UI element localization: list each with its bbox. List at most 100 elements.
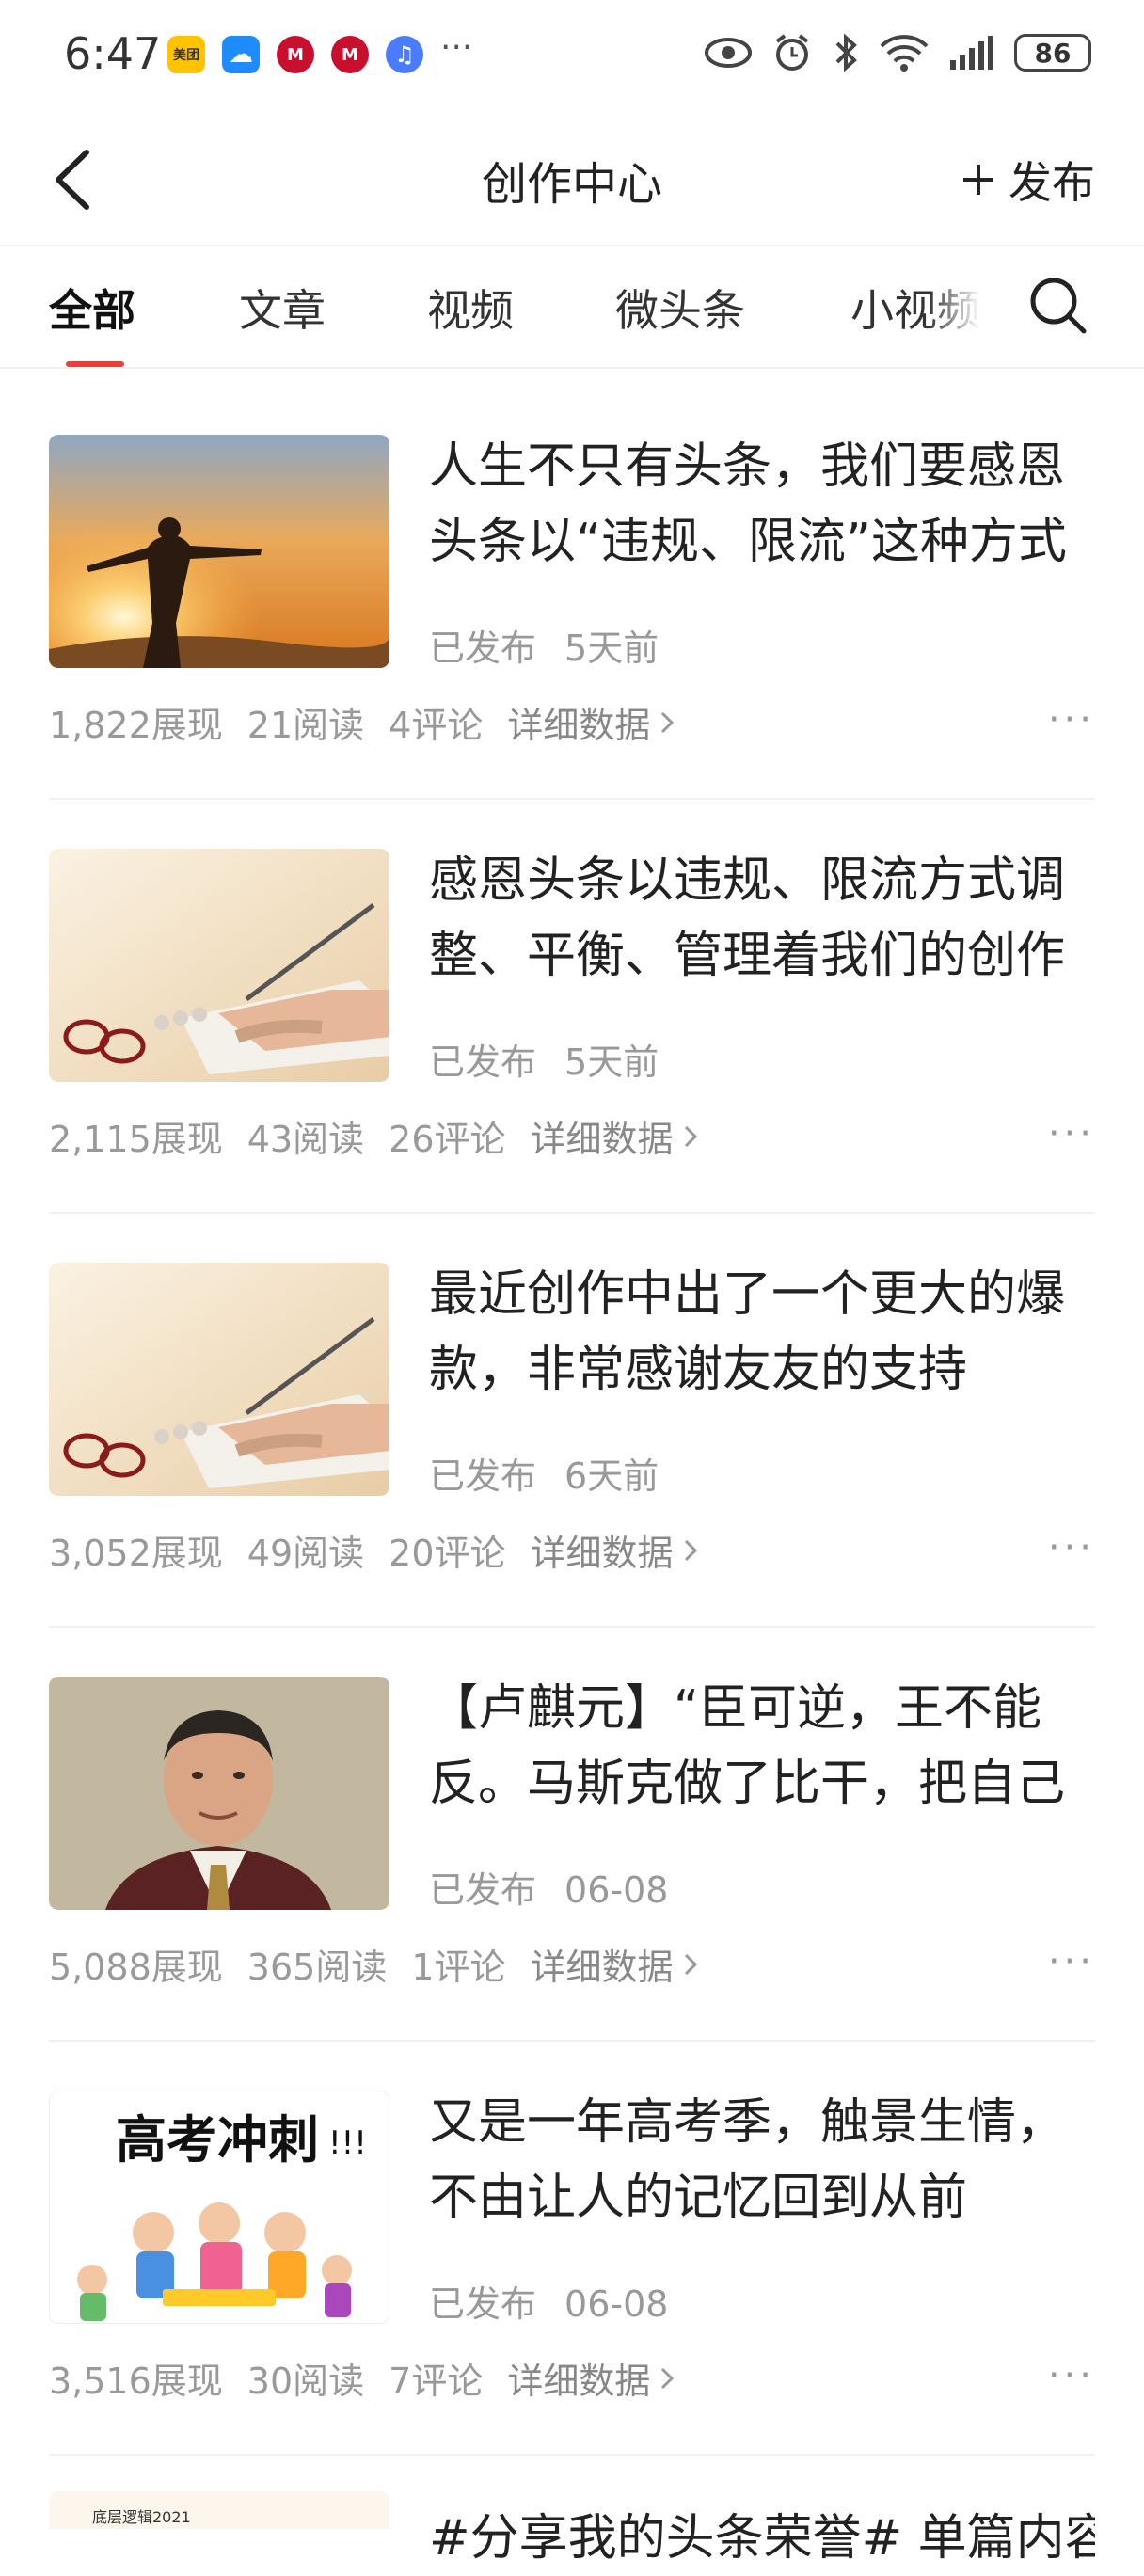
status-indicators: 86 <box>704 32 1091 73</box>
article-list: 人生不只有头条，我们要感恩头条以“违规、限流”这种方式 已发布 5天前 1,822… <box>49 386 1095 2456</box>
article-item[interactable]: 人生不只有头条，我们要感恩头条以“违规、限流”这种方式 已发布 5天前 1,822… <box>49 386 1095 800</box>
article-title[interactable]: #分享我的头条荣誉# 单篇内容 <box>429 2501 1095 2576</box>
chevron-right-icon <box>684 1539 697 1561</box>
detail-data-link[interactable]: 详细数据 <box>507 2352 675 2404</box>
search-icon[interactable] <box>1025 273 1091 339</box>
detail-data-link[interactable]: 详细数据 <box>531 1110 698 1162</box>
more-options-icon[interactable]: ··· <box>1048 1940 1095 1983</box>
article-thumbnail: 底层逻辑2021 <box>49 2491 389 2529</box>
tab-short-videos[interactable]: 小视频 <box>850 277 980 339</box>
view-count: 5,088展现 <box>49 1947 223 1988</box>
article-status-row: 已发布 06-08 <box>429 2275 668 2327</box>
more-options-icon[interactable]: ··· <box>1048 1526 1095 1569</box>
comment-count: 4评论 <box>389 705 484 746</box>
alarm-icon <box>775 34 809 71</box>
tab-videos[interactable]: 视频 <box>427 277 514 339</box>
publish-time: 5天前 <box>564 1042 659 1083</box>
cloud-icon: ☁ <box>222 36 260 73</box>
article-stats: 3,052展现 49阅读 20评论 详细数据 <box>49 1524 698 1576</box>
comment-count: 1评论 <box>411 1947 506 1988</box>
status-more-icon: ··· <box>440 28 473 67</box>
article-thumbnail <box>49 1677 389 1910</box>
signal-icon <box>950 36 993 70</box>
detail-data-link[interactable]: 详细数据 <box>531 1524 698 1576</box>
portrait-image <box>49 1677 389 1910</box>
read-count: 365阅读 <box>246 1947 388 1988</box>
writing-image <box>49 1263 389 1496</box>
article-item-partial[interactable]: 底层逻辑2021 #分享我的头条荣誉# 单篇内容 <box>49 2491 1095 2567</box>
view-count: 2,115展现 <box>49 1119 223 1160</box>
meituan-icon: 美团 <box>167 36 205 73</box>
gaokao-illustration: 高考冲刺 !!! <box>50 2091 389 2323</box>
bluetooth-icon <box>835 33 857 72</box>
tab-articles[interactable]: 文章 <box>239 277 326 339</box>
article-stats: 5,088展现 365阅读 1评论 详细数据 <box>49 1938 698 1990</box>
chevron-right-icon <box>684 1125 697 1147</box>
detail-data-link[interactable]: 详细数据 <box>507 696 675 748</box>
article-stats: 1,822展现 21阅读 4评论 详细数据 <box>49 696 675 748</box>
article-thumbnail <box>49 435 389 668</box>
publish-time: 6天前 <box>564 1455 659 1497</box>
more-options-icon[interactable]: ··· <box>1048 2354 1095 2397</box>
comment-count: 26评论 <box>389 1119 506 1160</box>
comment-count: 7评论 <box>389 2361 484 2402</box>
writing-image <box>49 849 389 1082</box>
article-item[interactable]: 高考冲刺 !!! 又是一年高考季，触景生情，不由让人的记忆回到从前 已发布 06-… <box>49 2042 1095 2456</box>
read-count: 43阅读 <box>246 1119 365 1160</box>
detail-data-link[interactable]: 详细数据 <box>531 1938 698 1990</box>
battery-indicator: 86 <box>1014 34 1091 72</box>
article-title[interactable]: 人生不只有头条，我们要感恩头条以“违规、限流”这种方式 <box>429 429 1069 580</box>
publish-status: 已发布 <box>429 1042 537 1083</box>
article-thumbnail: 高考冲刺 !!! <box>49 2091 389 2324</box>
publish-status: 已发布 <box>429 1869 537 1911</box>
nav-bar: 创作中心 发布 <box>0 113 1144 246</box>
more-options-icon[interactable]: ··· <box>1048 1112 1095 1155</box>
article-title[interactable]: 【卢麒元】“臣可逆，王不能反。马斯克做了比干，把自己 <box>429 1671 1069 1821</box>
detail-label: 详细数据 <box>507 705 651 746</box>
gaokao-heading: 高考冲刺 <box>116 2110 319 2170</box>
view-count: 1,822展现 <box>49 705 223 746</box>
plus-icon <box>963 165 993 195</box>
detail-label: 详细数据 <box>530 1533 674 1574</box>
chevron-right-icon <box>661 2367 675 2389</box>
more-options-icon[interactable]: ··· <box>1048 698 1095 741</box>
publish-time: 5天前 <box>564 628 659 669</box>
detail-label: 详细数据 <box>530 1119 674 1160</box>
metro-icon-2: M <box>331 36 369 73</box>
article-item[interactable]: 【卢麒元】“臣可逆，王不能反。马斯克做了比干，把自己 已发布 06-08 5,08… <box>49 1628 1095 2042</box>
tab-micro-posts[interactable]: 微头条 <box>615 277 745 339</box>
article-item[interactable]: 感恩头条以违规、限流方式调整、平衡、管理着我们的创作 已发布 5天前 2,115展… <box>49 800 1095 1214</box>
publish-label: 发布 <box>1009 157 1095 208</box>
status-bar: 6:47 美团 ☁ M M ♫ ··· 86 <box>0 0 1144 113</box>
tab-all[interactable]: 全部 <box>49 277 135 339</box>
publish-time: 06-08 <box>564 1869 669 1911</box>
sunset-image <box>49 435 389 668</box>
article-status-row: 已发布 5天前 <box>429 1033 659 1085</box>
publish-status: 已发布 <box>429 628 537 669</box>
detail-label: 详细数据 <box>530 1947 674 1988</box>
chevron-right-icon <box>661 711 675 733</box>
status-time: 6:47 <box>64 28 162 79</box>
article-stats: 3,516展现 30阅读 7评论 详细数据 <box>49 2352 675 2404</box>
eye-icon <box>705 38 752 68</box>
music-icon: ♫ <box>386 36 423 73</box>
status-app-icons: 美团 ☁ M M ♫ <box>167 36 423 73</box>
publish-status: 已发布 <box>429 2283 537 2325</box>
article-title[interactable]: 最近创作中出了一个更大的爆款，非常感谢友友的支持 <box>429 1257 1069 1407</box>
detail-label: 详细数据 <box>507 2361 651 2402</box>
article-thumbnail <box>49 849 389 1082</box>
article-thumbnail <box>49 1263 389 1496</box>
tab-bar: 全部 文章 视频 微头条 小视频 <box>0 246 1144 369</box>
metro-icon: M <box>277 36 314 73</box>
wifi-icon <box>880 35 929 72</box>
article-title[interactable]: 又是一年高考季，触景生情，不由让人的记忆回到从前 <box>429 2085 1069 2235</box>
article-stats: 2,115展现 43阅读 26评论 详细数据 <box>49 1110 698 1162</box>
article-status-row: 已发布 5天前 <box>429 619 659 671</box>
publish-status: 已发布 <box>429 1455 537 1497</box>
article-title[interactable]: 感恩头条以违规、限流方式调整、平衡、管理着我们的创作 <box>429 843 1069 994</box>
active-tab-indicator <box>66 361 124 367</box>
article-item[interactable]: 最近创作中出了一个更大的爆款，非常感谢友友的支持 已发布 6天前 3,052展现 … <box>49 1214 1095 1628</box>
publish-button[interactable]: 发布 <box>960 149 1095 211</box>
comment-count: 20评论 <box>389 1533 506 1574</box>
gaokao-exclaim: !!! <box>328 2124 367 2162</box>
